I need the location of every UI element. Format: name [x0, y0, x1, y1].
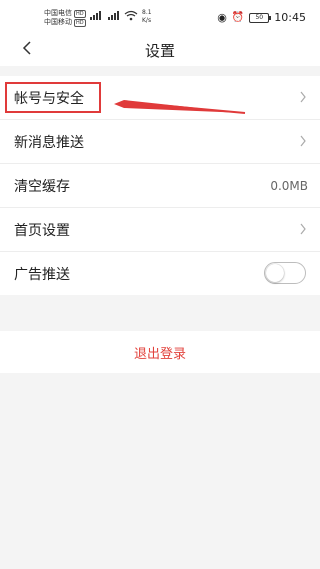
clock: 10:45: [274, 11, 306, 24]
settings-item-ad-push: 广告推送: [0, 252, 320, 295]
settings-item-message-push[interactable]: 新消息推送: [0, 120, 320, 164]
signal-icon: [108, 11, 119, 20]
wifi-icon: [124, 10, 138, 24]
speed-value: 8.1: [142, 9, 152, 16]
toggle-knob: [266, 264, 284, 282]
logout-button[interactable]: 退出登录: [0, 331, 320, 373]
hd-badge: HD: [74, 18, 86, 27]
alarm-icon: ⏰: [231, 12, 245, 23]
speed-unit: K/s: [142, 17, 152, 24]
battery-icon: 50: [249, 12, 272, 23]
settings-item-label: 广告推送: [14, 266, 70, 283]
signal-icon: [90, 11, 101, 20]
status-bar: 中国电信 HD 中国移动 HD 8.1 K/s ◉ ⏰ 50 10:45: [0, 0, 320, 34]
settings-item-home-settings[interactable]: 首页设置: [0, 208, 320, 252]
chevron-right-icon: [300, 135, 306, 147]
settings-item-label: 清空缓存: [14, 178, 70, 195]
settings-item-clear-cache[interactable]: 清空缓存 0.0MB: [0, 164, 320, 208]
network-speed: 8.1 K/s: [142, 9, 152, 25]
settings-item-label: 新消息推送: [14, 134, 84, 151]
highlight-box: [5, 82, 101, 113]
eye-icon: ◉: [217, 11, 227, 24]
ad-push-toggle[interactable]: [264, 262, 306, 284]
app-header: 设置: [0, 34, 320, 66]
hd-badge: HD: [74, 9, 86, 18]
carrier-info: 中国电信 HD 中国移动 HD: [44, 9, 86, 27]
carrier-1: 中国电信: [44, 9, 72, 17]
settings-item-label: 首页设置: [14, 222, 70, 239]
status-right: ◉ ⏰ 50 10:45: [217, 11, 306, 24]
chevron-right-icon: [300, 223, 306, 235]
page-title: 设置: [144, 42, 175, 60]
cache-size: 0.0MB: [270, 178, 308, 193]
chevron-right-icon: [300, 91, 306, 103]
carrier-2: 中国移动: [44, 18, 72, 26]
